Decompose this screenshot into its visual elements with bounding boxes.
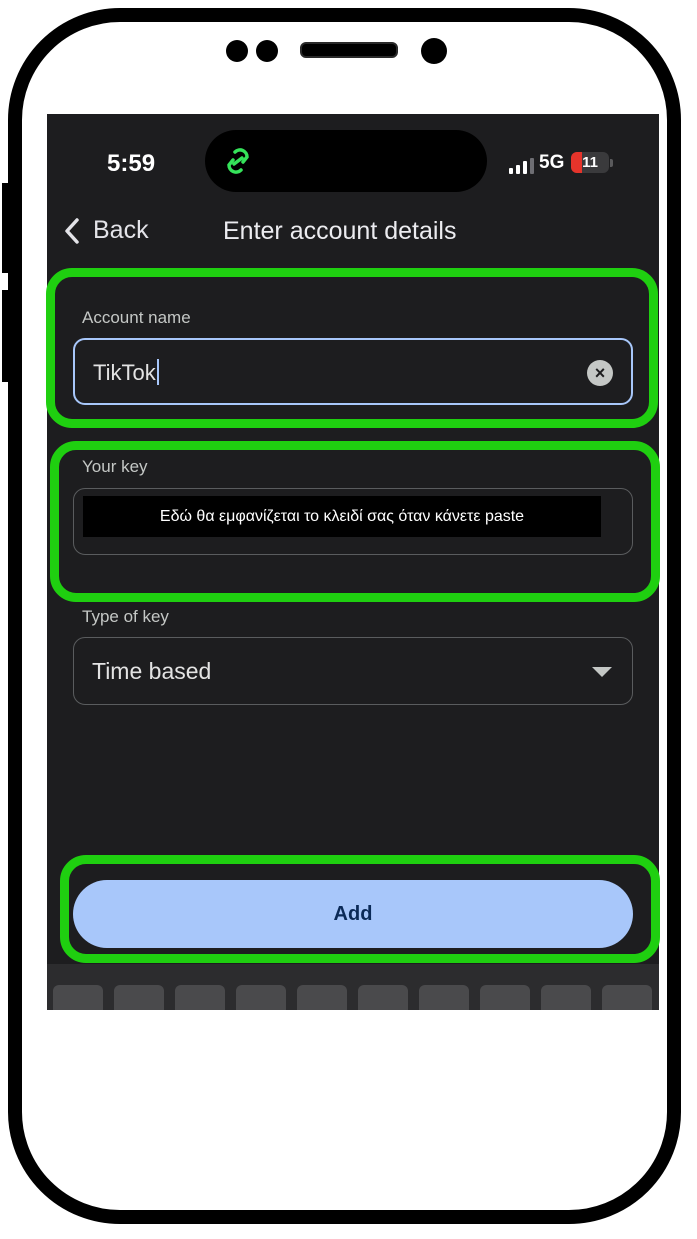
keyboard-key[interactable]: [480, 985, 530, 1010]
back-label: Back: [93, 216, 149, 244]
highlight-your-key: [50, 441, 660, 602]
battery-tip: [610, 159, 613, 167]
highlight-account-name: [46, 268, 658, 428]
back-button[interactable]: Back: [63, 216, 149, 245]
dynamic-island: [205, 130, 487, 192]
phone-sensor-dot: [256, 40, 278, 62]
keyboard-key[interactable]: [541, 985, 591, 1010]
keyboard-key[interactable]: [175, 985, 225, 1010]
type-of-key-value: Time based: [92, 658, 212, 684]
phone-side-button-lower: [2, 290, 12, 382]
signal-icon: [509, 158, 534, 174]
keyboard-key[interactable]: [114, 985, 164, 1010]
battery-icon: 11: [571, 152, 609, 173]
type-of-key-label: Type of key: [82, 607, 169, 626]
phone-side-button-upper: [2, 183, 12, 273]
chevron-left-icon: [65, 217, 79, 244]
link-icon: [227, 148, 249, 174]
keyboard-key[interactable]: [358, 985, 408, 1010]
phone-sensor-dot: [226, 40, 248, 62]
dropdown-arrow-icon: [592, 667, 612, 677]
highlight-add-button: [60, 855, 660, 963]
phone-speaker: [300, 42, 398, 58]
keyboard-strip: [47, 964, 659, 1010]
page-title: Enter account details: [223, 217, 457, 245]
keyboard-key[interactable]: [297, 985, 347, 1010]
keyboard-key[interactable]: [236, 985, 286, 1010]
keyboard-key[interactable]: [53, 985, 103, 1010]
keyboard-key[interactable]: [419, 985, 469, 1010]
phone-camera-dot: [421, 38, 447, 64]
keyboard-key[interactable]: [602, 985, 652, 1010]
type-of-key-select[interactable]: Time based: [73, 637, 633, 705]
network-type: 5G: [539, 152, 565, 173]
battery-level: 11: [582, 154, 598, 171]
status-time: 5:59: [107, 150, 156, 177]
